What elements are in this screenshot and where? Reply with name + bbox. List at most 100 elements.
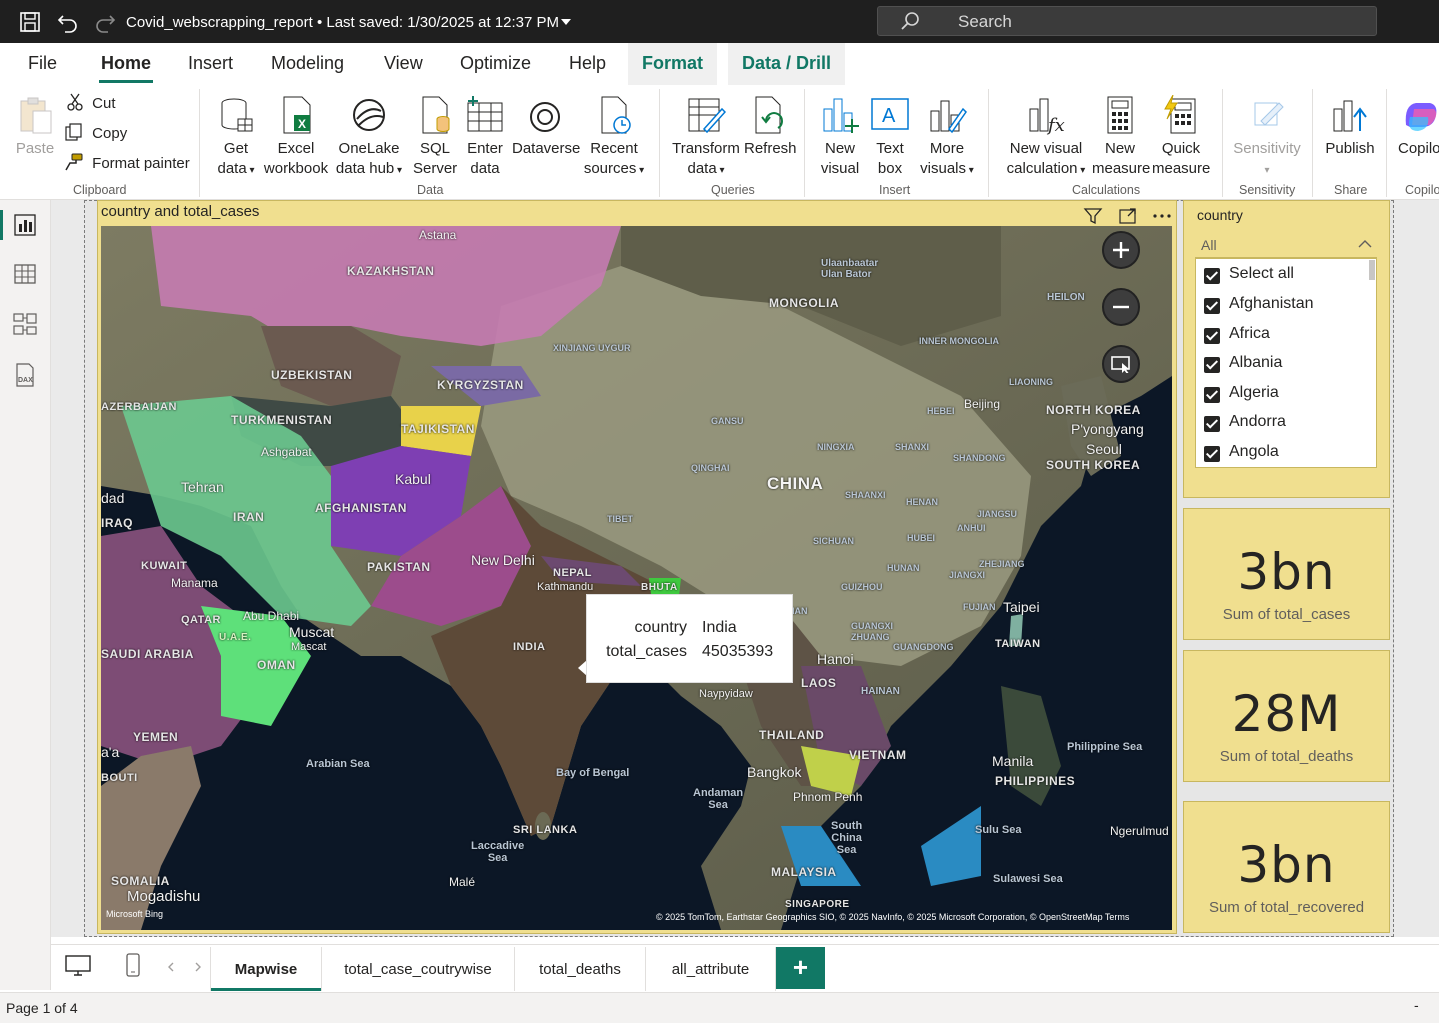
paste-button[interactable]: Paste	[14, 95, 56, 159]
table-view-icon[interactable]	[12, 261, 38, 287]
slicer-scrollbar[interactable]	[1369, 260, 1375, 280]
map-label: PHILIPPINES	[995, 774, 1076, 788]
checkbox[interactable]	[1204, 446, 1220, 462]
document-title[interactable]: Covid_webscrapping_report • Last saved: …	[126, 14, 559, 31]
add-page-button[interactable]: +	[776, 947, 825, 989]
new-measure-button[interactable]: New measure	[1092, 95, 1150, 179]
page-tab-mapwise[interactable]: Mapwise	[210, 947, 322, 991]
page-tab-total-deaths[interactable]: total_deaths	[515, 947, 646, 991]
filter-icon[interactable]	[1083, 206, 1103, 226]
map-label: NEPAL	[553, 567, 592, 579]
get-data-label-2: data	[217, 160, 247, 177]
checkbox[interactable]	[1204, 298, 1220, 314]
map-label: HAINAN	[861, 686, 900, 697]
desktop-layout-icon[interactable]	[64, 954, 92, 978]
zoom-out-button[interactable]	[1102, 288, 1140, 326]
map-attribution[interactable]: © 2025 TomTom, Earthstar Geographics SIO…	[656, 912, 1129, 922]
map-select-button[interactable]	[1102, 345, 1140, 383]
tab-help[interactable]: Help	[569, 53, 606, 74]
redo-icon[interactable]	[94, 11, 116, 33]
card-value: 3bn	[1237, 836, 1336, 894]
zoom-out-control[interactable]: -	[1414, 997, 1419, 1013]
checkbox[interactable]	[1204, 357, 1220, 373]
mobile-layout-icon[interactable]	[124, 952, 142, 978]
copy-button[interactable]: Copy	[64, 123, 127, 142]
chevron-down-icon[interactable]	[561, 19, 571, 26]
tab-home[interactable]: Home	[98, 53, 154, 83]
map-label: Malé	[449, 875, 476, 889]
tab-optimize[interactable]: Optimize	[460, 53, 531, 74]
map-label: Philippine Sea	[1067, 741, 1143, 753]
text-box-button[interactable]: A Text box	[868, 95, 912, 179]
cut-button[interactable]: Cut	[66, 93, 116, 112]
quick-measure-button[interactable]: Quick measure	[1152, 95, 1210, 179]
get-data-button[interactable]: Get data ▾	[212, 95, 260, 181]
map-label: PAKISTAN	[367, 560, 431, 574]
report-view-icon[interactable]	[12, 212, 38, 238]
page-tab-total-case-coutrywise[interactable]: total_case_coutrywise	[322, 947, 515, 991]
map-label: HEBEI	[927, 406, 955, 416]
checkbox[interactable]	[1204, 416, 1220, 432]
focus-mode-icon[interactable]	[1118, 206, 1138, 226]
tab-file[interactable]: File	[28, 53, 57, 74]
checkbox[interactable]	[1204, 387, 1220, 403]
map-label: Ulaanbaatar Ulan Bator	[821, 258, 879, 280]
sensitivity-button[interactable]: Sensitivity ▾	[1232, 95, 1302, 181]
ribbon: Paste Cut Copy Format painter Clipboard …	[0, 85, 1439, 200]
more-options-icon[interactable]	[1151, 206, 1173, 226]
active-view-indicator	[0, 210, 3, 240]
tooltip-value-country: India	[702, 619, 737, 636]
insert-group-label: Insert	[879, 183, 911, 197]
svg-text:DAX: DAX	[18, 377, 33, 384]
slicer-dropdown[interactable]: All	[1195, 232, 1377, 258]
onelake-label-1: OneLake	[338, 140, 400, 157]
search-placeholder: Search	[958, 12, 1012, 31]
checkbox[interactable]	[1204, 328, 1220, 344]
publish-button[interactable]: Publish	[1322, 95, 1378, 159]
bing-logo: Microsoft Bing	[106, 909, 164, 919]
search-input[interactable]: Search	[877, 6, 1377, 36]
map-label: Muscat	[289, 624, 335, 640]
tab-insert[interactable]: Insert	[188, 53, 233, 74]
transform-data-button[interactable]: Transform data ▾	[672, 95, 740, 181]
scroll-right-icon[interactable]	[193, 962, 203, 972]
new-visual-label-1: New	[824, 140, 855, 157]
card-total-recovered[interactable]: 3bn Sum of total_recovered	[1183, 801, 1390, 933]
map-label: HUBEI	[907, 533, 936, 543]
more-visuals-button[interactable]: More visuals ▾	[918, 95, 976, 181]
new-visual-button[interactable]: New visual	[818, 95, 862, 179]
new-visual-calculation-button[interactable]: fx New visual calculation ▾	[1006, 95, 1086, 181]
refresh-button[interactable]: Refresh	[744, 95, 797, 159]
sql-label-1: SQL	[419, 140, 450, 157]
copilot-button[interactable]: Copilo	[1398, 95, 1439, 159]
slicer-list: Select all Afghanistan Africa Albania Al…	[1195, 258, 1377, 468]
excel-workbook-button[interactable]: X Excel workbook	[262, 95, 330, 179]
tab-format[interactable]: Format	[628, 43, 718, 85]
plus-icon	[1113, 242, 1129, 258]
scroll-left-icon[interactable]	[166, 962, 176, 972]
slicer-item-label: Algeria	[1229, 384, 1279, 401]
map-canvas[interactable]: Astana KAZAKHSTAN MONGOLIA Ulaanbaatar U…	[101, 226, 1172, 930]
tab-view[interactable]: View	[384, 53, 423, 74]
recent-sources-button[interactable]: Recent sources ▾	[582, 95, 646, 181]
page-tab-all-attribute[interactable]: all_attribute	[646, 947, 776, 991]
tab-modeling[interactable]: Modeling	[271, 53, 344, 74]
tab-data-drill[interactable]: Data / Drill	[728, 43, 846, 85]
format-painter-button[interactable]: Format painter	[64, 153, 190, 172]
card-total-deaths[interactable]: 28M Sum of total_deaths	[1183, 650, 1390, 782]
slicer-item-label: Select all	[1229, 265, 1294, 282]
save-icon[interactable]	[19, 11, 41, 33]
sql-server-button[interactable]: SQL Server	[413, 95, 457, 179]
calculations-group-label: Calculations	[1072, 183, 1141, 197]
model-view-icon[interactable]	[12, 311, 38, 337]
onelake-data-hub-button[interactable]: OneLake data hub ▾	[333, 95, 405, 181]
enter-data-button[interactable]: Enter data	[464, 95, 506, 179]
card-total-cases[interactable]: 3bn Sum of total_cases	[1183, 508, 1390, 640]
text-box-label-1: Text	[876, 140, 904, 157]
zoom-in-button[interactable]	[1102, 231, 1140, 269]
dataverse-button[interactable]: Dataverse	[512, 95, 580, 159]
checkbox[interactable]	[1204, 268, 1220, 284]
dax-query-view-icon[interactable]: DAX	[12, 362, 38, 388]
map-label: a'a	[101, 744, 120, 760]
undo-icon[interactable]	[57, 11, 79, 33]
